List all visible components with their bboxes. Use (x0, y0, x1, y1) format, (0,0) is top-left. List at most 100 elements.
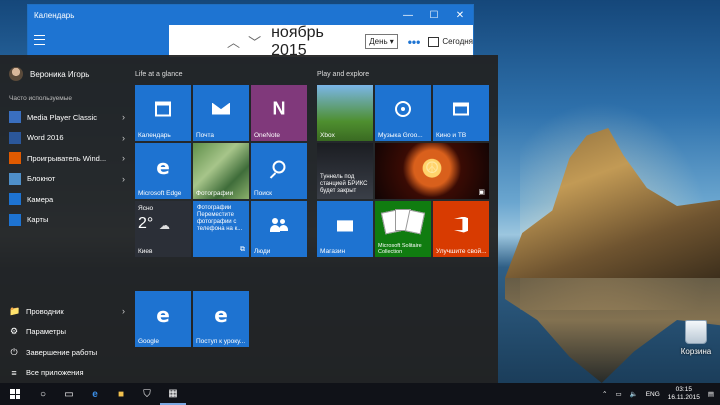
calendar-window[interactable]: Календарь — ☐ ✕ ︿ ﹀ ноябрь 2015 День ▾ •… (27, 4, 474, 59)
clock-time: 03:15 (675, 386, 692, 393)
clock[interactable]: 03:15 16.11.2015 (668, 386, 700, 402)
news-headline: Туннель под станцией БРИКС будет закрыт (320, 174, 368, 194)
chevron-down-icon[interactable]: ﹀ (248, 32, 261, 51)
store-icon: ⛉ (143, 388, 151, 400)
app-word-2016[interactable]: Word 2016 › (9, 128, 125, 149)
search-button[interactable]: ○ (30, 383, 56, 405)
recycle-bin-icon (685, 320, 707, 344)
tile-label: Поступ к уроку... (196, 338, 246, 345)
close-button[interactable]: ✕ (447, 10, 473, 21)
chevron-right-icon[interactable]: › (122, 153, 125, 163)
power-item[interactable]: ⏻ Завершение работы (9, 342, 125, 363)
recycle-bin[interactable]: Корзина (676, 320, 716, 356)
tile-onenote[interactable]: N OneNote (251, 85, 307, 141)
tile-label: Почта (196, 132, 215, 139)
group-life-heading: Life at a glance (135, 71, 183, 78)
edge-icon: e (156, 154, 170, 179)
tile-groove[interactable]: Музыка Groo... (375, 85, 431, 141)
view-dropdown[interactable]: День ▾ (365, 34, 398, 49)
app-label: Карты (27, 215, 49, 225)
recycle-bin-label: Корзина (680, 347, 712, 356)
app-camera[interactable]: Камера (9, 189, 125, 210)
tile-label: Google (138, 338, 159, 345)
app-label: Блокнот (27, 174, 56, 184)
tile-movies[interactable]: Кино и ТВ (433, 85, 489, 141)
tile-store[interactable]: Магазин (317, 201, 373, 257)
tile-weather[interactable]: Ясно 2° ☁ Киев (135, 201, 191, 257)
tile-people[interactable]: Люди (251, 201, 307, 257)
task-view-button[interactable]: ▭ (56, 383, 82, 405)
language-indicator[interactable]: ENG (646, 391, 660, 398)
tile-calendar[interactable]: Календарь (135, 85, 191, 141)
item-label: Завершение работы (26, 347, 98, 357)
calendar-icon (155, 101, 171, 117)
tile-search[interactable]: Поиск (251, 143, 307, 199)
chevron-up-icon[interactable]: ⌃ (602, 390, 607, 398)
app-media-player-classic[interactable]: Media Player Classic › (9, 107, 125, 128)
app-label: Word 2016 (27, 133, 64, 143)
volume-icon[interactable]: 🔈 (630, 390, 638, 398)
weather-temp: 2° (138, 215, 154, 232)
tile-label: Музыка Groo... (378, 132, 423, 139)
file-explorer-item[interactable]: 📁 Проводник › (9, 301, 125, 322)
app-windows-media-player[interactable]: Проигрыватель Wind... › (9, 148, 125, 169)
tile-xbox[interactable]: Xbox (317, 85, 373, 141)
user-account[interactable]: Вероника Игорь (9, 67, 89, 81)
edge-icon: e (92, 388, 98, 400)
tile-solitaire[interactable]: Microsoft Solitaire Collection (375, 201, 431, 257)
chevron-up-icon[interactable]: ︿ (227, 32, 240, 51)
onenote-icon: N (272, 98, 286, 119)
calendar-title: Календарь (34, 10, 75, 20)
tile-badge-icon: ⧉ (240, 246, 245, 253)
tile-photos[interactable]: Фотографии (193, 143, 249, 199)
tile-label: Microsoft Edge (138, 190, 182, 197)
power-icon: ⏻ (10, 346, 18, 357)
hamburger-menu-icon[interactable] (34, 35, 45, 45)
chevron-right-icon[interactable]: › (122, 174, 125, 184)
app-maps[interactable]: Карты (9, 210, 125, 231)
office-icon (454, 216, 468, 233)
groove-music-icon (395, 100, 411, 117)
tile-google[interactable]: e Google (135, 291, 191, 347)
calendar-sidebar-header (28, 25, 170, 58)
taskbar-store[interactable]: ⛉ (134, 383, 160, 405)
tile-photo-news[interactable]: Фотографии Переместите фотографии с теле… (193, 201, 249, 257)
tile-office[interactable]: Улучшите свой... (433, 201, 489, 257)
all-apps-item[interactable]: ≡ Все приложения (9, 363, 125, 384)
chevron-right-icon[interactable]: › (122, 306, 125, 316)
more-options-button[interactable]: ••• (408, 35, 421, 49)
taskbar-edge[interactable]: e (82, 383, 108, 405)
calendar-titlebar[interactable]: Календарь — ☐ ✕ (28, 5, 473, 25)
minimize-button[interactable]: — (395, 10, 421, 21)
folder-icon: ■ (117, 388, 125, 400)
start-menu: Вероника Игорь Часто используемые Media … (0, 55, 498, 383)
tile-edge[interactable]: e Microsoft Edge (135, 143, 191, 199)
tile-label: Магазин (320, 248, 346, 255)
app-label: Камера (27, 194, 54, 204)
chevron-right-icon[interactable]: › (122, 133, 125, 143)
tile-post[interactable]: e Поступ к уроку... (193, 291, 249, 347)
film-icon (453, 102, 469, 116)
network-icon[interactable]: ▭ (615, 390, 621, 398)
gear-icon: ⚙ (9, 326, 19, 337)
maximize-button[interactable]: ☐ (421, 10, 447, 21)
tile-mail[interactable]: Почта (193, 85, 249, 141)
tile-badge-icon: ▣ (478, 189, 485, 196)
tile-news[interactable]: Туннель под станцией БРИКС будет закрыт (317, 143, 373, 199)
app-label: Проигрыватель Wind... (27, 153, 107, 163)
dropdown-arrow-icon: ▾ (389, 37, 394, 46)
notepad-icon (9, 172, 21, 185)
taskbar-calendar[interactable]: ▦ (160, 383, 186, 405)
chevron-right-icon[interactable]: › (122, 112, 125, 122)
tile-label: Кино и ТВ (436, 132, 467, 139)
taskbar-explorer[interactable]: ■ (108, 383, 134, 405)
app-notepad[interactable]: Блокнот › (9, 169, 125, 190)
photo-news-text: Переместите фотографии с телефона на к..… (197, 212, 243, 232)
settings-item[interactable]: ⚙ Параметры (9, 322, 125, 343)
tile-news-photo[interactable]: ☮ ▣ (375, 143, 489, 199)
search-icon: ○ (39, 388, 47, 400)
tile-label: Календарь (138, 132, 171, 139)
action-center-icon[interactable]: ▤ (708, 390, 714, 398)
start-button[interactable] (0, 383, 30, 405)
today-button[interactable]: Сегодня (428, 36, 473, 47)
